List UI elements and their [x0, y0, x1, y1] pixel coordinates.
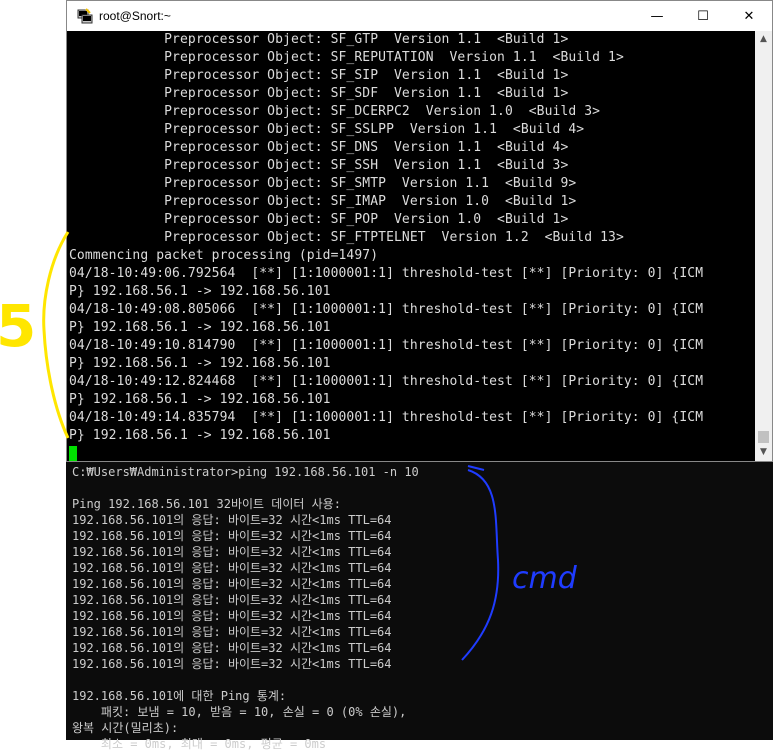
cmd-line: 192.168.56.101의 응답: 바이트=32 시간<1ms TTL=64: [72, 545, 392, 559]
scroll-up-arrow-icon[interactable]: ▲: [755, 31, 772, 48]
terminal-line: 04/18-10:49:08.805066 [**] [1:1000001:1]…: [69, 302, 704, 317]
terminal-line: 04/18-10:49:14.835794 [**] [1:1000001:1]…: [69, 410, 704, 425]
terminal-cursor-line: [69, 445, 755, 461]
terminal-line: P} 192.168.56.1 -> 192.168.56.101: [69, 392, 331, 407]
scroll-down-arrow-icon[interactable]: ▼: [755, 444, 772, 461]
cmd-line: [72, 480, 762, 496]
cmd-line: Ping 192.168.56.101 32바이트 데이터 사용:: [72, 497, 341, 511]
terminal-output[interactable]: Preprocessor Object: SF_GTP Version 1.1 …: [69, 31, 755, 461]
desktop-background: [0, 0, 66, 740]
cmd-line: 192.168.56.101에 대한 Ping 통계:: [72, 689, 287, 703]
cmd-line: 패킷: 보냄 = 10, 받음 = 10, 손실 = 0 (0% 손실),: [72, 705, 407, 719]
terminal-line: Preprocessor Object: SF_SDF Version 1.1 …: [69, 86, 569, 101]
terminal-line: 04/18-10:49:10.814790 [**] [1:1000001:1]…: [69, 338, 704, 353]
terminal-cursor: [69, 446, 77, 461]
cmd-line: 192.168.56.101의 응답: 바이트=32 시간<1ms TTL=64: [72, 561, 392, 575]
terminal-line: Preprocessor Object: SF_SSLPP Version 1.…: [69, 122, 585, 137]
vertical-scrollbar[interactable]: ▲ ▼: [755, 31, 772, 461]
cmd-line: [72, 672, 762, 688]
terminal-line: Preprocessor Object: SF_POP Version 1.0 …: [69, 212, 569, 227]
terminal-line: P} 192.168.56.1 -> 192.168.56.101: [69, 284, 331, 299]
five-label-annotation: 5: [0, 292, 37, 360]
title-bar[interactable]: root@Snort:~ — ☐ ✕: [67, 1, 772, 31]
terminal-line: P} 192.168.56.1 -> 192.168.56.101: [69, 320, 331, 335]
cmd-line: 192.168.56.101의 응답: 바이트=32 시간<1ms TTL=64: [72, 657, 392, 671]
window-title: root@Snort:~: [99, 9, 171, 23]
cmd-line: 192.168.56.101의 응답: 바이트=32 시간<1ms TTL=64: [72, 577, 392, 591]
cmd-line: 192.168.56.101의 응답: 바이트=32 시간<1ms TTL=64: [72, 641, 392, 655]
minimize-button[interactable]: —: [634, 1, 680, 31]
terminal-line: 04/18-10:49:06.792564 [**] [1:1000001:1]…: [69, 266, 704, 281]
terminal-line: Preprocessor Object: SF_FTPTELNET Versio…: [69, 230, 624, 245]
putty-window[interactable]: root@Snort:~ — ☐ ✕ Preprocessor Object: …: [66, 0, 773, 462]
cmd-line: 192.168.56.101의 응답: 바이트=32 시간<1ms TTL=64: [72, 593, 392, 607]
terminal-line: Preprocessor Object: SF_DCERPC2 Version …: [69, 104, 601, 119]
cmd-line: 192.168.56.101의 응답: 바이트=32 시간<1ms TTL=64: [72, 529, 392, 543]
terminal-line: Preprocessor Object: SF_SIP Version 1.1 …: [69, 68, 569, 83]
scroll-thumb[interactable]: [758, 431, 769, 443]
cmd-line: 192.168.56.101의 응답: 바이트=32 시간<1ms TTL=64: [72, 625, 392, 639]
cmd-line: C:₩Users₩Administrator>ping 192.168.56.1…: [72, 465, 419, 479]
cmd-line: 최소 = 0ms, 최대 = 0ms, 평균 = 0ms: [72, 737, 327, 751]
terminal-line: Preprocessor Object: SF_GTP Version 1.1 …: [69, 32, 569, 47]
terminal-line: Preprocessor Object: SF_SMTP Version 1.1…: [69, 176, 577, 191]
terminal-line: P} 192.168.56.1 -> 192.168.56.101: [69, 356, 331, 371]
putty-app-icon: [77, 8, 93, 24]
terminal-line: P} 192.168.56.1 -> 192.168.56.101: [69, 428, 331, 443]
terminal-line: Preprocessor Object: SF_IMAP Version 1.0…: [69, 194, 577, 209]
close-button[interactable]: ✕: [726, 1, 772, 31]
terminal-line: Commencing packet processing (pid=1497): [69, 248, 379, 263]
cmd-window[interactable]: C:₩Users₩Administrator>ping 192.168.56.1…: [66, 462, 773, 751]
cmd-output[interactable]: C:₩Users₩Administrator>ping 192.168.56.1…: [72, 464, 762, 752]
cmd-line: 192.168.56.101의 응답: 바이트=32 시간<1ms TTL=64: [72, 609, 392, 623]
cmd-line: 왕복 시간(밀리초):: [72, 721, 179, 735]
cmd-line: 192.168.56.101의 응답: 바이트=32 시간<1ms TTL=64: [72, 513, 392, 527]
terminal-line: Preprocessor Object: SF_REPUTATION Versi…: [69, 50, 624, 65]
maximize-button[interactable]: ☐: [680, 1, 726, 31]
terminal-line: Preprocessor Object: SF_DNS Version 1.1 …: [69, 140, 569, 155]
terminal-line: Preprocessor Object: SF_SSH Version 1.1 …: [69, 158, 569, 173]
terminal-line: 04/18-10:49:12.824468 [**] [1:1000001:1]…: [69, 374, 704, 389]
cmd-label-annotation: cmd: [512, 561, 577, 596]
